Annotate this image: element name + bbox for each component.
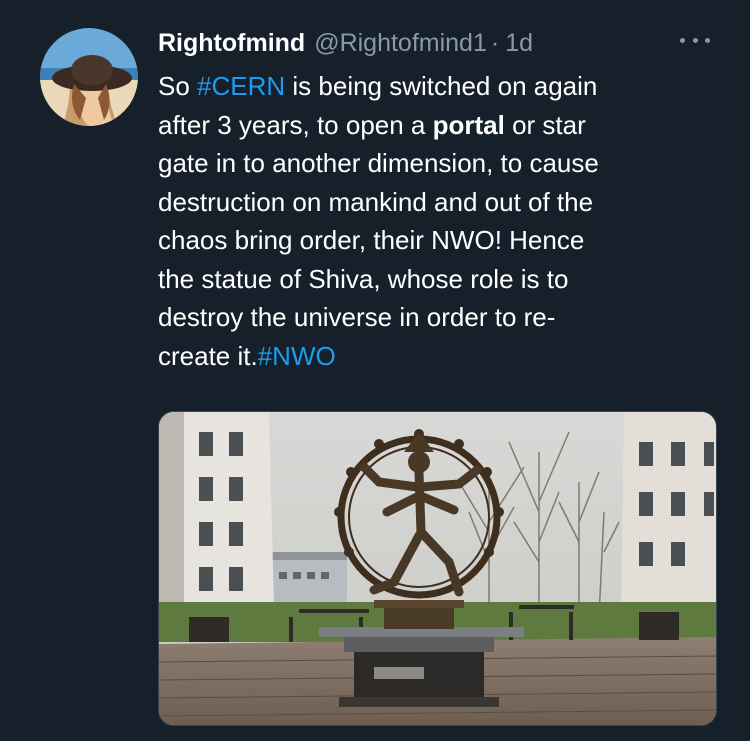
display-name[interactable]: Rightofmind <box>158 24 305 62</box>
tweet-text-line: destruction on mankind and out of the <box>158 183 728 222</box>
tweet-text-line: the statue of Shiva, whose role is to <box>158 260 728 299</box>
text-segment: chaos bring order, their NWO! Hence <box>158 225 585 255</box>
avatar[interactable] <box>40 28 138 126</box>
tweet-header: Rightofmind @Rightofmind1 · 1d <box>158 24 533 62</box>
more-dot <box>680 37 685 43</box>
text-segment: destruction on mankind and out of the <box>158 186 594 217</box>
tweet-card: Rightofmind @Rightofmind1 · 1d So #CERN … <box>0 0 750 741</box>
hashtag-link[interactable]: #CERN <box>197 71 285 101</box>
text-segment: destroy the universe in order to re- <box>158 302 556 332</box>
timestamp[interactable]: 1d <box>505 24 533 62</box>
tweet-text-line: chaos bring order, their NWO! Hence <box>158 221 728 260</box>
text-segment: So <box>158 71 198 101</box>
text-segment: the statue of Shiva, whose role is to <box>158 263 569 294</box>
tweet-text-line: gate in to another dimension, to cause <box>158 144 728 183</box>
text-segment: or star <box>504 109 586 140</box>
user-handle[interactable]: @Rightofmind1 <box>314 24 487 62</box>
tweet-text: So #CERN is being switched on again after… <box>158 67 728 375</box>
tweet-text-line: create it.#NWO <box>158 337 728 376</box>
shiva-statue-photo <box>159 412 716 725</box>
separator-dot: · <box>490 29 500 57</box>
hashtag-link[interactable]: #NWO <box>258 341 336 371</box>
text-segment: gate in to another dimension, to cause <box>158 148 599 178</box>
more-horizontal-icon[interactable] <box>680 30 710 50</box>
tweet-text-line: after 3 years, to open a portal or star <box>158 106 728 145</box>
text-segment: after 3 years, to open a <box>158 109 433 140</box>
bold-text: portal <box>432 109 505 140</box>
avatar-image <box>40 28 138 126</box>
more-dot <box>705 37 710 43</box>
text-segment: create it. <box>158 340 258 371</box>
tweet-photo[interactable] <box>158 411 717 726</box>
more-dot <box>692 37 698 43</box>
text-segment: is being switched on again <box>285 71 598 101</box>
tweet-text-line: So #CERN is being switched on again <box>158 67 728 106</box>
tweet-text-line: destroy the universe in order to re- <box>158 298 728 337</box>
